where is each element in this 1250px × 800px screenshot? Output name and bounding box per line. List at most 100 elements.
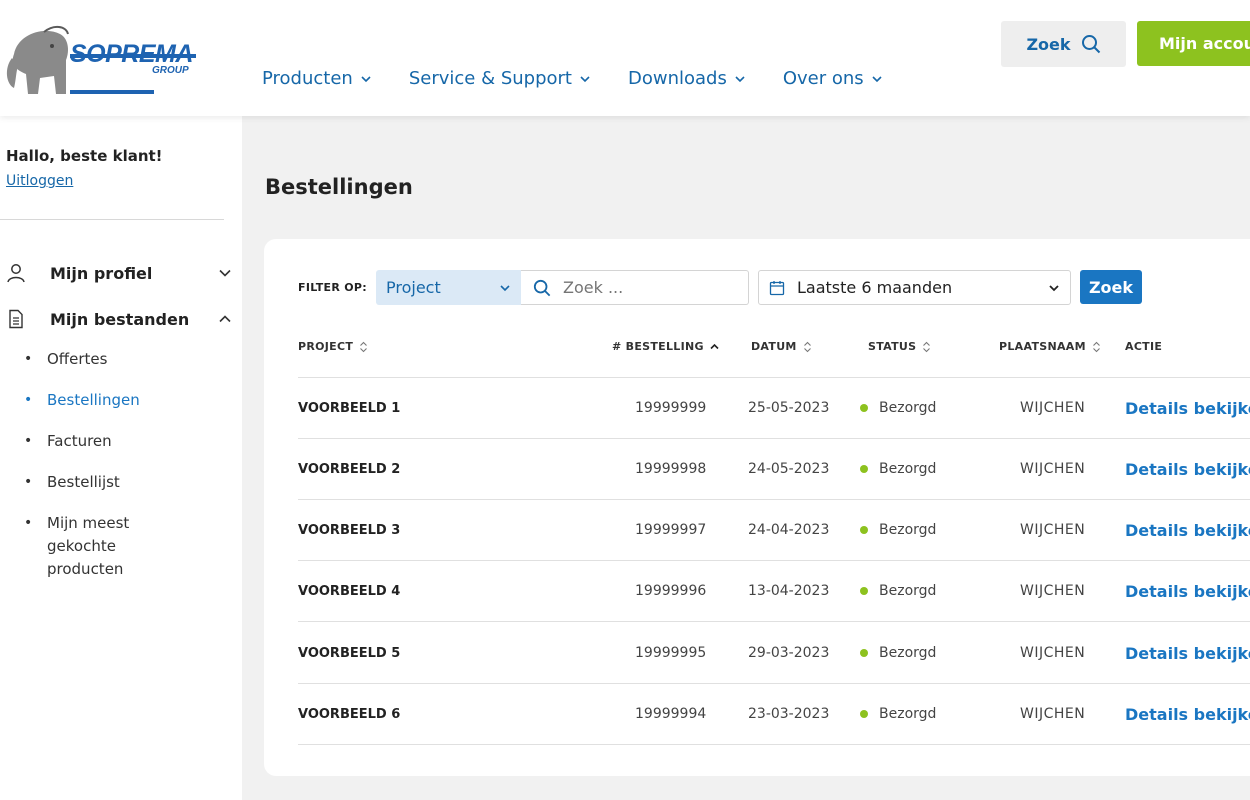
cell-project: VOORBEELD 2 — [298, 461, 401, 477]
table-row: VOORBEELD 4 19999996 13-04-2023 Bezorgd … — [298, 561, 1250, 622]
sidebar-item-mijn-bestanden[interactable]: Mijn bestanden — [6, 307, 232, 331]
status-dot-icon — [860, 404, 868, 412]
column-header-status[interactable]: STATUS — [868, 340, 931, 353]
sidebar-subitem-offertes[interactable]: • Offertes — [24, 348, 224, 371]
cell-order-number: 19999997 — [635, 522, 707, 538]
chevron-down-icon — [219, 269, 231, 277]
cell-status: Bezorgd — [860, 439, 936, 499]
chevron-down-icon — [872, 75, 882, 82]
sidebar-subitem-label: Offertes — [47, 350, 108, 368]
status-dot-icon — [860, 526, 868, 534]
chevron-down-icon — [1049, 284, 1059, 291]
cell-order-number: 19999996 — [635, 583, 707, 599]
column-header-bestelling[interactable]: # BESTELLING — [612, 340, 719, 353]
sidebar-item-label: Mijn profiel — [50, 263, 153, 283]
sort-icon — [803, 341, 811, 352]
details-link[interactable]: Details bekijken — [1125, 439, 1250, 499]
sidebar-subitem-facturen[interactable]: • Facturen — [24, 430, 224, 453]
sidebar-subitem-label: Bestellijst — [47, 473, 120, 491]
sidebar-item-label: Mijn bestanden — [50, 309, 190, 329]
nav-label: Over ons — [782, 68, 864, 89]
sidebar-subitem-label: Bestellingen — [47, 391, 140, 409]
cell-status: Bezorgd — [860, 500, 936, 560]
column-header-actie: ACTIE — [1125, 340, 1162, 353]
cell-place: WIJCHEN — [1020, 706, 1086, 722]
cell-order-number: 19999998 — [635, 461, 707, 477]
details-link[interactable]: Details bekijken — [1125, 684, 1250, 744]
column-header-plaatsnaam[interactable]: PLAATSNAAM — [999, 340, 1101, 353]
date-range-select[interactable]: Laatste 6 maanden — [758, 270, 1071, 305]
sidebar-subitem-bestellingen[interactable]: • Bestellingen — [24, 389, 224, 412]
column-header-datum[interactable]: DATUM — [751, 340, 812, 353]
sidebar-subitem-label: Facturen — [47, 432, 112, 450]
bullet-icon: • — [24, 515, 33, 531]
sidebar-subitem-bestellijst[interactable]: • Bestellijst — [24, 471, 224, 494]
account-button-label: Mijn account — [1159, 34, 1250, 53]
status-dot-icon — [860, 587, 868, 595]
cell-date: 24-05-2023 — [748, 461, 830, 477]
date-range-value: Laatste 6 maanden — [797, 278, 953, 297]
filter-field-value: Project — [386, 278, 441, 297]
chevron-down-icon — [735, 75, 745, 82]
site-header: SOPREMA GROUP Producten Service & Suppor… — [0, 0, 1250, 116]
sidebar-item-mijn-profiel[interactable]: Mijn profiel — [6, 261, 232, 285]
details-link[interactable]: Details bekijken — [1125, 623, 1250, 683]
cell-place: WIJCHEN — [1020, 583, 1086, 599]
cell-date: 29-03-2023 — [748, 645, 830, 661]
bullet-icon: • — [24, 433, 33, 449]
chevron-down-icon — [361, 75, 371, 82]
nav-label: Downloads — [628, 68, 727, 89]
column-header-label: STATUS — [868, 340, 917, 353]
sidebar-subitem-label: Mijn meest gekochte producten — [47, 514, 130, 578]
header-search-button[interactable]: Zoek — [1001, 21, 1126, 67]
column-header-project[interactable]: PROJECT — [298, 340, 368, 353]
search-input[interactable] — [563, 278, 733, 297]
main-nav: Producten Service & Support Downloads Ov… — [262, 68, 920, 89]
calendar-icon — [769, 280, 785, 295]
filter-field-select[interactable]: Project — [376, 270, 521, 305]
chevron-down-icon — [500, 284, 510, 291]
details-link[interactable]: Details bekijken — [1125, 500, 1250, 560]
sidebar-divider — [0, 219, 224, 220]
search-field[interactable] — [521, 270, 749, 305]
cell-status: Bezorgd — [860, 623, 936, 683]
bullet-icon: • — [24, 474, 33, 490]
sidebar-subitem-meest-gekochte[interactable]: • Mijn meest gekochte producten — [24, 512, 154, 581]
status-dot-icon — [860, 465, 868, 473]
logo-group-label: GROUP — [152, 65, 189, 76]
cell-project: VOORBEELD 1 — [298, 400, 401, 416]
filter-search-button[interactable]: Zoek — [1080, 270, 1142, 304]
status-label: Bezorgd — [879, 522, 937, 538]
document-icon — [9, 309, 23, 329]
cell-date: 25-05-2023 — [748, 400, 830, 416]
logout-link[interactable]: Uitloggen — [6, 173, 73, 189]
table-row: VOORBEELD 1 19999999 25-05-2023 Bezorgd … — [298, 378, 1250, 439]
greeting-text: Hallo, beste klant! — [6, 147, 163, 165]
page-title: Bestellingen — [265, 175, 413, 199]
status-label: Bezorgd — [879, 583, 937, 599]
sort-ascending-icon — [710, 343, 719, 349]
nav-producten[interactable]: Producten — [262, 68, 371, 89]
my-account-button[interactable]: Mijn account — [1137, 21, 1250, 66]
details-link[interactable]: Details bekijken — [1125, 561, 1250, 621]
nav-over-ons[interactable]: Over ons — [783, 68, 882, 89]
status-label: Bezorgd — [879, 461, 937, 477]
table-row: VOORBEELD 6 19999994 23-03-2023 Bezorgd … — [298, 684, 1250, 745]
cell-place: WIJCHEN — [1020, 461, 1086, 477]
cell-date: 13-04-2023 — [748, 583, 830, 599]
table-row: VOORBEELD 3 19999997 24-04-2023 Bezorgd … — [298, 500, 1250, 561]
nav-service-support[interactable]: Service & Support — [409, 68, 590, 89]
cell-order-number: 19999995 — [635, 645, 707, 661]
cell-place: WIJCHEN — [1020, 400, 1086, 416]
column-header-label: DATUM — [751, 340, 797, 353]
table-row: VOORBEELD 2 19999998 24-05-2023 Bezorgd … — [298, 439, 1250, 500]
details-link[interactable]: Details bekijken — [1125, 378, 1250, 438]
status-label: Bezorgd — [879, 400, 937, 416]
orders-card: FILTER OP: Project Laatste 6 maanden Zoe… — [264, 239, 1250, 776]
account-sidebar: Hallo, beste klant! Uitloggen Mijn profi… — [0, 116, 242, 800]
cell-date: 24-04-2023 — [748, 522, 830, 538]
nav-downloads[interactable]: Downloads — [628, 68, 745, 89]
cell-project: VOORBEELD 4 — [298, 583, 401, 599]
cell-place: WIJCHEN — [1020, 645, 1086, 661]
cell-project: VOORBEELD 5 — [298, 645, 401, 661]
